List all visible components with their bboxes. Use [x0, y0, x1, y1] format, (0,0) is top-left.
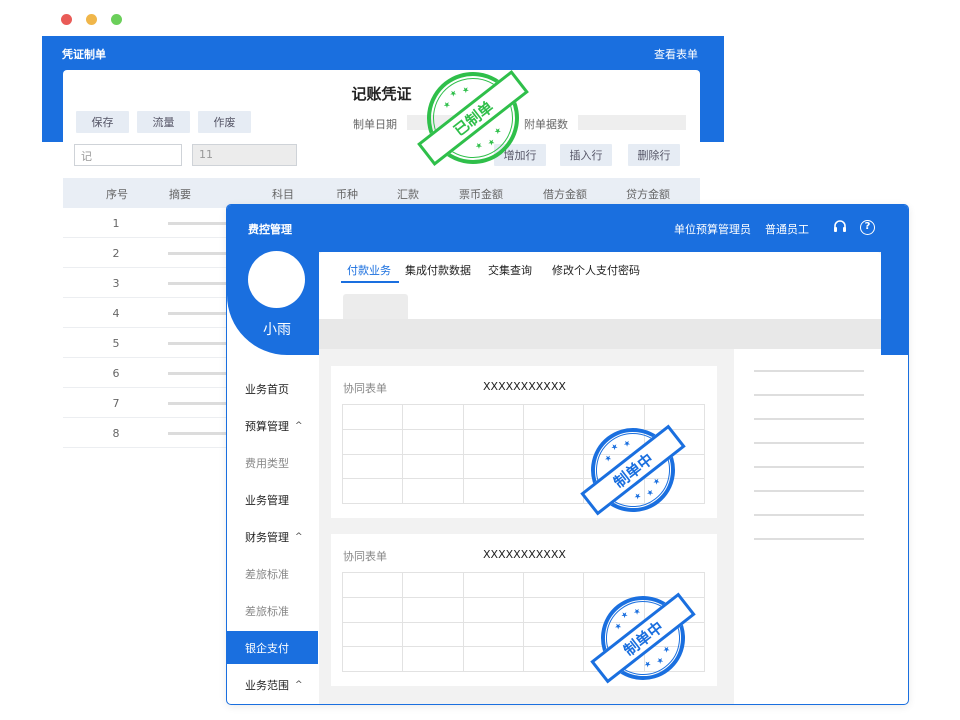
- column-header: 序号: [106, 188, 128, 201]
- sidebar-item[interactable]: 财务管理 ^: [227, 520, 318, 553]
- row-number: 6: [112, 367, 120, 380]
- column-header: 摘要: [169, 188, 191, 201]
- username: 小雨: [263, 322, 291, 338]
- placeholder-line: [754, 418, 864, 420]
- voucher-type-input[interactable]: 记: [74, 144, 182, 166]
- card-title: 协同表单: [343, 550, 387, 563]
- sidebar-item-label: 预算管理: [245, 419, 289, 433]
- column-header: 币种: [336, 188, 358, 201]
- column-header: 贷方金额: [626, 188, 670, 201]
- sidebar-item-label: 差旅标准: [245, 604, 289, 618]
- sidebar-item-label: 银企支付: [245, 641, 289, 655]
- row-number: 3: [112, 277, 120, 290]
- insert-row-button[interactable]: 插入行: [560, 144, 612, 166]
- voucher-title: 记账凭证: [351, 85, 412, 103]
- app-brand: 费控管理: [248, 223, 292, 236]
- tab-integrated-payment-data[interactable]: 集成付款数据: [405, 262, 471, 278]
- window-maximize-dot[interactable]: [111, 14, 122, 25]
- voucher-header-title: 凭证制单: [62, 48, 106, 61]
- row-number: 2: [112, 247, 120, 260]
- sidebar-item-label: 财务管理: [245, 530, 289, 544]
- column-header: 票币金额: [459, 188, 503, 201]
- attach-label: 附单据数: [524, 118, 568, 131]
- flow-button[interactable]: 流量: [137, 111, 190, 133]
- card-title: 协同表单: [343, 382, 387, 395]
- card-value: XXXXXXXXXXX: [483, 380, 566, 393]
- chevron-up-icon[interactable]: ^: [295, 532, 303, 542]
- window-minimize-dot[interactable]: [86, 14, 97, 25]
- sidebar-item-label: 差旅标准: [245, 567, 289, 581]
- placeholder-line: [754, 490, 864, 492]
- sub-tab-strip: [319, 319, 881, 349]
- sidebar-item[interactable]: 差旅标准: [227, 557, 318, 590]
- window-close-dot[interactable]: [61, 14, 72, 25]
- tab-payment-business[interactable]: 付款业务: [347, 262, 391, 278]
- sidebar-item[interactable]: 银企支付: [227, 631, 318, 664]
- placeholder-line: [754, 394, 864, 396]
- column-header: 科目: [272, 188, 294, 201]
- row-number: 1: [112, 217, 120, 230]
- sidebar-item-label: 业务管理: [245, 493, 289, 507]
- sidebar-item[interactable]: 业务管理: [227, 483, 318, 516]
- row-number: 7: [112, 397, 120, 410]
- form-card[interactable]: 协同表单 XXXXXXXXXXX ★ ★ ★ ★ ★ ★ 制单中: [331, 366, 717, 529]
- form-card[interactable]: 协同表单 XXXXXXXXXXX ★ ★ ★ ★ ★ ★ 制单中: [331, 534, 717, 697]
- placeholder-line: [754, 442, 864, 444]
- expense-control-window: 费控管理 单位预算管理员 普通员工 ? 小雨 业务首页预算管理 ^ 费用类型业务管理…: [226, 204, 909, 705]
- chevron-up-icon[interactable]: ^: [295, 421, 303, 431]
- sidebar-item-label: 费用类型: [245, 456, 289, 470]
- column-header: 借方金额: [543, 188, 587, 201]
- side-info-panel: [734, 349, 881, 704]
- sidebar-item[interactable]: 预算管理 ^: [227, 409, 318, 442]
- role-budget-admin[interactable]: 单位预算管理员: [674, 221, 751, 237]
- row-number: 5: [112, 337, 120, 350]
- date-label: 制单日期: [353, 118, 397, 131]
- chevron-up-icon[interactable]: ^: [295, 680, 303, 690]
- void-button[interactable]: 作废: [198, 111, 251, 133]
- tab-intersection-query[interactable]: 交集查询: [488, 262, 532, 278]
- active-tab-indicator: [341, 281, 399, 283]
- view-form-link[interactable]: 查看表单: [654, 46, 698, 62]
- sidebar-item[interactable]: 费用类型: [227, 446, 318, 479]
- column-header: 汇款: [397, 188, 419, 201]
- role-employee[interactable]: 普通员工: [765, 221, 809, 237]
- tab-change-payment-password[interactable]: 修改个人支付密码: [552, 262, 640, 278]
- card-value: XXXXXXXXXXX: [483, 548, 566, 561]
- tab-bar: 付款业务 集成付款数据 交集查询 修改个人支付密码: [319, 252, 881, 319]
- delete-row-button[interactable]: 删除行: [628, 144, 680, 166]
- sidebar-item[interactable]: 业务首页: [227, 372, 318, 405]
- placeholder-line: [754, 466, 864, 468]
- avatar[interactable]: [248, 251, 305, 308]
- sub-tab[interactable]: [343, 294, 408, 319]
- row-number: 4: [112, 307, 120, 320]
- placeholder-line: [754, 514, 864, 516]
- help-icon[interactable]: ?: [860, 220, 875, 235]
- placeholder-line: [754, 538, 864, 540]
- main-content: 付款业务 集成付款数据 交集查询 修改个人支付密码 协同表单 XXXXXXXXX…: [319, 252, 881, 704]
- sidebar-item[interactable]: 差旅标准: [227, 594, 318, 627]
- placeholder-line: [754, 370, 864, 372]
- voucher-number-input[interactable]: 11: [192, 144, 297, 166]
- attach-count-field[interactable]: [578, 115, 686, 130]
- sidebar-item-label: 业务首页: [245, 382, 289, 396]
- row-number: 8: [112, 427, 120, 440]
- sidebar-item[interactable]: 业务范围 ^: [227, 668, 318, 701]
- save-button[interactable]: 保存: [76, 111, 129, 133]
- headset-icon[interactable]: [832, 219, 848, 235]
- sidebar-item-label: 业务范围: [245, 678, 289, 692]
